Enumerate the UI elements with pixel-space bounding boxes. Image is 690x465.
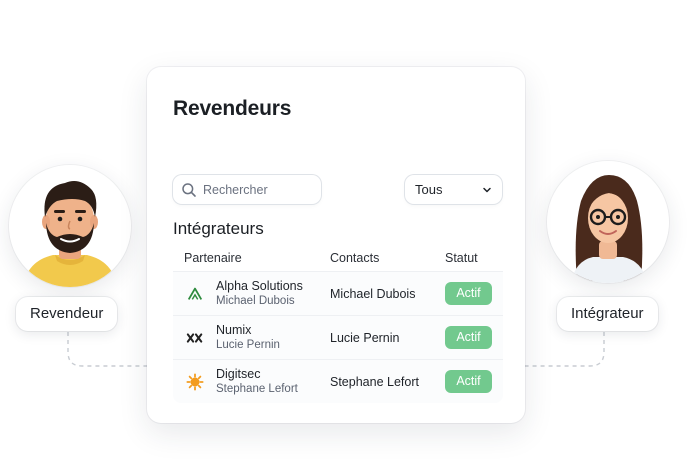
integrator-avatar xyxy=(547,161,669,283)
partner-cell: Alpha Solutions Michael Dubois xyxy=(173,279,330,308)
status-cell: Actif xyxy=(445,370,503,393)
column-header-partner: Partenaire xyxy=(184,250,242,265)
status-cell: Actif xyxy=(445,282,503,305)
partner-name: Digitsec xyxy=(216,367,261,381)
section-title: Intégrateurs xyxy=(173,219,264,238)
partner-cell: Numix Lucie Pernin xyxy=(173,323,330,352)
resellers-card: Revendeurs Tous Intégrateurs Partenaire xyxy=(147,67,525,423)
status-badge: Actif xyxy=(445,370,492,393)
alpha-logo-icon xyxy=(185,284,205,304)
status-badge: Actif xyxy=(445,326,492,349)
status-cell: Actif xyxy=(445,326,503,349)
search-icon xyxy=(181,182,197,198)
search-field[interactable] xyxy=(173,175,321,204)
reseller-avatar xyxy=(9,165,131,287)
column-header-contacts: Contacts xyxy=(330,250,380,265)
table-row[interactable]: Digitsec Stephane Lefort Stephane Lefort… xyxy=(173,359,503,403)
table-header: Partenaire Contacts Statut xyxy=(173,244,503,271)
card-title: Revendeurs xyxy=(173,97,292,120)
partner-name: Numix xyxy=(216,323,252,337)
contact-cell: Stephane Lefort xyxy=(330,374,419,389)
column-header-status: Statut xyxy=(445,250,478,265)
chevron-down-icon xyxy=(482,185,492,195)
partner-name: Alpha Solutions xyxy=(216,279,303,293)
numix-logo-icon xyxy=(185,328,205,348)
illustration-stage: Revendeur Intégrateur Revendeurs Recherc… xyxy=(0,0,690,465)
partners-table: Partenaire Contacts Statut Alpha Solutio… xyxy=(173,244,503,403)
table-row[interactable]: Alpha Solutions Michael Dubois Michael D… xyxy=(173,271,503,315)
search-input[interactable] xyxy=(203,182,313,197)
contact-cell: Lucie Pernin xyxy=(330,330,400,345)
integrator-role-label: Intégrateur xyxy=(557,297,658,331)
partner-cell: Digitsec Stephane Lefort xyxy=(173,367,330,396)
table-row[interactable]: Numix Lucie Pernin Lucie Pernin Actif xyxy=(173,315,503,359)
partner-subtitle: Stephane Lefort xyxy=(216,383,298,395)
partner-subtitle: Lucie Pernin xyxy=(216,339,280,351)
digitsec-logo-icon xyxy=(185,372,205,392)
reseller-role-label: Revendeur xyxy=(16,297,118,331)
contact-cell: Michael Dubois xyxy=(330,286,416,301)
status-badge: Actif xyxy=(445,282,492,305)
partner-subtitle: Michael Dubois xyxy=(216,295,295,307)
status-filter-select[interactable]: Tous xyxy=(405,175,502,204)
filter-value: Tous xyxy=(415,182,443,197)
